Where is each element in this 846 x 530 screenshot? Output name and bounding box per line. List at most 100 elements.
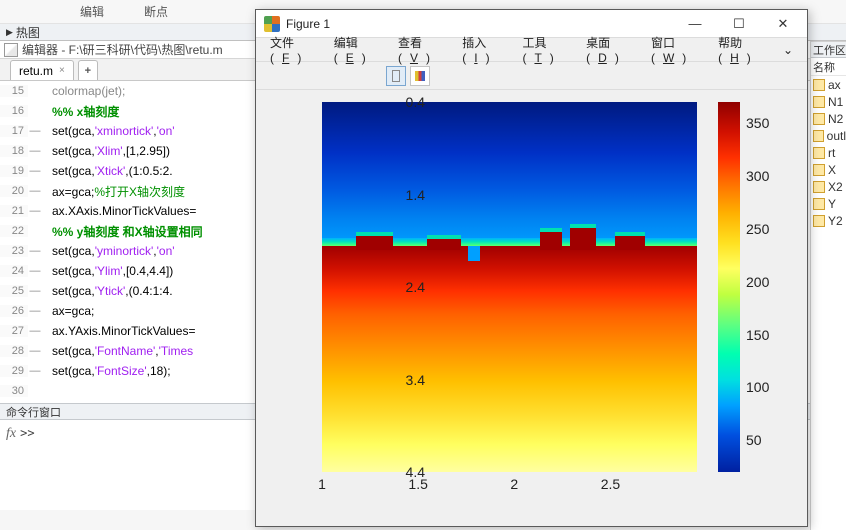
colorbar-tick: 50: [746, 432, 762, 448]
menu-h[interactable]: 帮助(H): [710, 34, 775, 65]
variable-row[interactable]: X: [811, 161, 846, 178]
code-text: set(gca,'FontSize',18);: [42, 364, 171, 378]
variable-name: Y: [828, 197, 836, 211]
variable-row[interactable]: Y2: [811, 212, 846, 229]
breakpoint-gutter[interactable]: —: [28, 265, 42, 277]
variable-name: outl: [827, 129, 846, 143]
breakpoint-gutter[interactable]: —: [28, 365, 42, 377]
line-number: 15: [0, 85, 28, 97]
figure-canvas: 0.41.42.43.44.4 11.522.5 501001502002503…: [256, 90, 807, 526]
help-dropdown-icon[interactable]: ⌄: [775, 43, 801, 57]
colorbar-tick: 300: [746, 168, 769, 184]
menu-t[interactable]: 工具(T): [514, 34, 578, 65]
variable-name: ax: [828, 78, 841, 92]
variable-name: Y2: [828, 214, 843, 228]
line-number: 24: [0, 265, 28, 277]
workspace-panel: 工作区 名称 ax N1 N2 outl rt X X2 Y Y2: [810, 41, 846, 530]
heatmap-panel-title: 热图: [16, 24, 40, 41]
y-tick: 0.4: [406, 94, 425, 110]
breakpoint-gutter[interactable]: —: [28, 205, 42, 217]
variable-name: X2: [828, 180, 843, 194]
menu-w[interactable]: 窗口(W): [643, 34, 710, 65]
variable-icon: [813, 181, 825, 193]
variable-row[interactable]: rt: [811, 144, 846, 161]
y-tick: 2.4: [406, 279, 425, 295]
variable-row[interactable]: N2: [811, 110, 846, 127]
new-tab-button[interactable]: +: [78, 60, 98, 80]
matlab-icon: [264, 16, 280, 32]
maximize-button[interactable]: ☐: [717, 11, 761, 37]
command-prompt: >>: [20, 426, 34, 440]
code-text: colormap(jet);: [42, 84, 125, 98]
menu-v[interactable]: 查看(V): [390, 34, 454, 65]
variable-icon: [813, 215, 825, 227]
variable-row[interactable]: X2: [811, 178, 846, 195]
toolbar-edit[interactable]: 编辑: [60, 3, 124, 20]
file-icon: [4, 43, 18, 57]
x-tick: 2.5: [601, 476, 620, 492]
colorbar[interactable]: [718, 102, 740, 472]
line-number: 17: [0, 125, 28, 137]
variable-icon: [813, 147, 825, 159]
breakpoint-gutter[interactable]: —: [28, 245, 42, 257]
line-number: 25: [0, 285, 28, 297]
axes[interactable]: [322, 102, 697, 472]
y-tick: 1.4: [406, 187, 425, 203]
toolbar-breakpoint[interactable]: 断点: [124, 3, 188, 20]
figure-title: Figure 1: [286, 17, 673, 31]
figure-toolbar: [256, 62, 807, 90]
heatmap-surface: [322, 102, 697, 472]
y-tick: 3.4: [406, 372, 425, 388]
editor-path: 编辑器 - F:\研三科研\代码\热图\retu.m: [22, 41, 223, 58]
breakpoint-gutter[interactable]: —: [28, 125, 42, 137]
breakpoint-gutter[interactable]: —: [28, 185, 42, 197]
colorbar-tick: 100: [746, 379, 769, 395]
close-icon[interactable]: ×: [59, 65, 65, 76]
close-button[interactable]: ✕: [761, 11, 805, 37]
variable-icon: [813, 198, 825, 210]
breakpoint-gutter[interactable]: —: [28, 285, 42, 297]
breakpoint-gutter[interactable]: —: [28, 165, 42, 177]
variable-row[interactable]: ax: [811, 76, 846, 93]
menu-f[interactable]: 文件(F): [262, 34, 326, 65]
chevron-right-icon: ▶: [6, 27, 13, 38]
code-text: set(gca,'Xtick',(1:0.5:2.: [42, 164, 173, 178]
x-tick: 1: [318, 476, 326, 492]
code-text: ax=gca;%打开X轴次刻度: [42, 183, 185, 200]
line-number: 29: [0, 365, 28, 377]
breakpoint-gutter[interactable]: —: [28, 325, 42, 337]
tab-retu[interactable]: retu.m ×: [10, 60, 74, 80]
line-number: 28: [0, 345, 28, 357]
line-number: 21: [0, 205, 28, 217]
variable-name: X: [828, 163, 836, 177]
workspace-header[interactable]: 工作区: [811, 41, 846, 58]
variable-name: N1: [828, 95, 843, 109]
line-number: 23: [0, 245, 28, 257]
menu-i[interactable]: 插入(I): [454, 34, 514, 65]
name-column-header[interactable]: 名称: [811, 58, 846, 76]
code-text: set(gca,'xminortick','on': [42, 124, 175, 138]
menu-d[interactable]: 桌面(D): [578, 34, 643, 65]
colorbar-tick: 250: [746, 221, 769, 237]
minimize-button[interactable]: —: [673, 11, 717, 37]
code-text: set(gca,'Ylim',[0.4,4.4]): [42, 264, 173, 278]
variable-row[interactable]: N1: [811, 93, 846, 110]
tool-icon-a[interactable]: [386, 66, 406, 86]
menu-e[interactable]: 编辑(E): [326, 34, 390, 65]
code-text: set(gca,'Xlim',[1,2.95]): [42, 144, 170, 158]
variable-icon: [813, 96, 825, 108]
variable-row[interactable]: outl: [811, 127, 846, 144]
line-number: 19: [0, 165, 28, 177]
breakpoint-gutter[interactable]: —: [28, 305, 42, 317]
colorbar-tick: 200: [746, 274, 769, 290]
code-text: set(gca,'FontName','Times: [42, 344, 193, 358]
code-text: set(gca,'yminortick','on': [42, 244, 175, 258]
tab-label: retu.m: [19, 64, 53, 78]
variable-row[interactable]: Y: [811, 195, 846, 212]
variable-name: N2: [828, 112, 843, 126]
code-text: %% x轴刻度: [42, 103, 119, 120]
breakpoint-gutter[interactable]: —: [28, 145, 42, 157]
variable-name: rt: [828, 146, 835, 160]
tool-icon-b[interactable]: [410, 66, 430, 86]
breakpoint-gutter[interactable]: —: [28, 345, 42, 357]
